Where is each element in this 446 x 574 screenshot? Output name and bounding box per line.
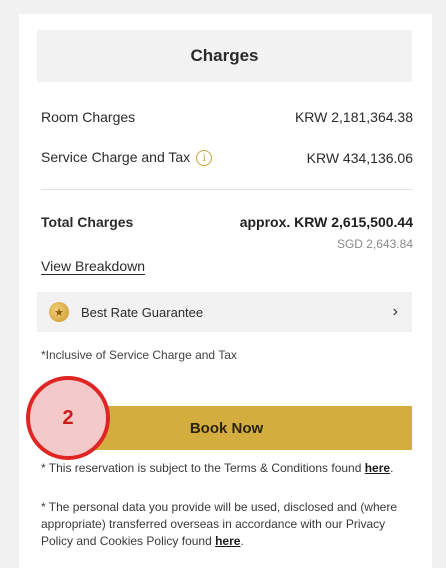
terms-text: * This reservation is subject to the Ter…: [41, 461, 365, 475]
room-charges-label: Room Charges: [41, 109, 136, 125]
terms-note: * This reservation is subject to the Ter…: [41, 460, 413, 477]
view-breakdown-link[interactable]: View Breakdown: [41, 258, 145, 274]
privacy-here-link[interactable]: here: [215, 534, 240, 548]
room-charges-row: Room Charges KRW 2,181,364.38: [41, 109, 413, 125]
charges-header: Charges: [37, 30, 412, 82]
service-charge-label: Service Charge and Tax: [41, 149, 191, 165]
terms-suffix: .: [390, 461, 394, 475]
medal-icon: ★: [49, 302, 69, 322]
service-charge-row: Service Charge and Tax i KRW 434,136.06: [41, 149, 413, 167]
inclusive-note: *Inclusive of Service Charge and Tax: [41, 348, 237, 362]
privacy-suffix: .: [240, 534, 244, 548]
page-background: Charges Room Charges KRW 2,181,364.38 Se…: [0, 0, 446, 574]
room-charges-value: KRW 2,181,364.38: [294, 109, 413, 125]
charges-panel: Charges Room Charges KRW 2,181,364.38 Se…: [19, 14, 432, 574]
terms-here-link[interactable]: here: [365, 461, 390, 475]
total-charges-row: Total Charges approx. KRW 2,615,500.44: [41, 214, 413, 230]
privacy-note: * The personal data you provide will be …: [41, 499, 413, 550]
best-rate-guarantee-row[interactable]: ★ Best Rate Guarantee ›: [37, 292, 412, 332]
service-charge-value: KRW 434,136.06: [306, 149, 413, 166]
info-icon[interactable]: i: [196, 150, 213, 167]
best-rate-guarantee-label: Best Rate Guarantee: [81, 304, 204, 320]
service-charge-label-group: Service Charge and Tax i: [41, 149, 213, 167]
divider: [41, 189, 413, 190]
chevron-right-icon: ›: [392, 303, 398, 320]
total-charges-value: approx. KRW 2,615,500.44: [239, 214, 413, 230]
total-charges-label: Total Charges: [41, 214, 134, 230]
total-charges-sgd: SGD 2,643.84: [336, 237, 413, 251]
step-number-badge: 2: [26, 376, 110, 460]
